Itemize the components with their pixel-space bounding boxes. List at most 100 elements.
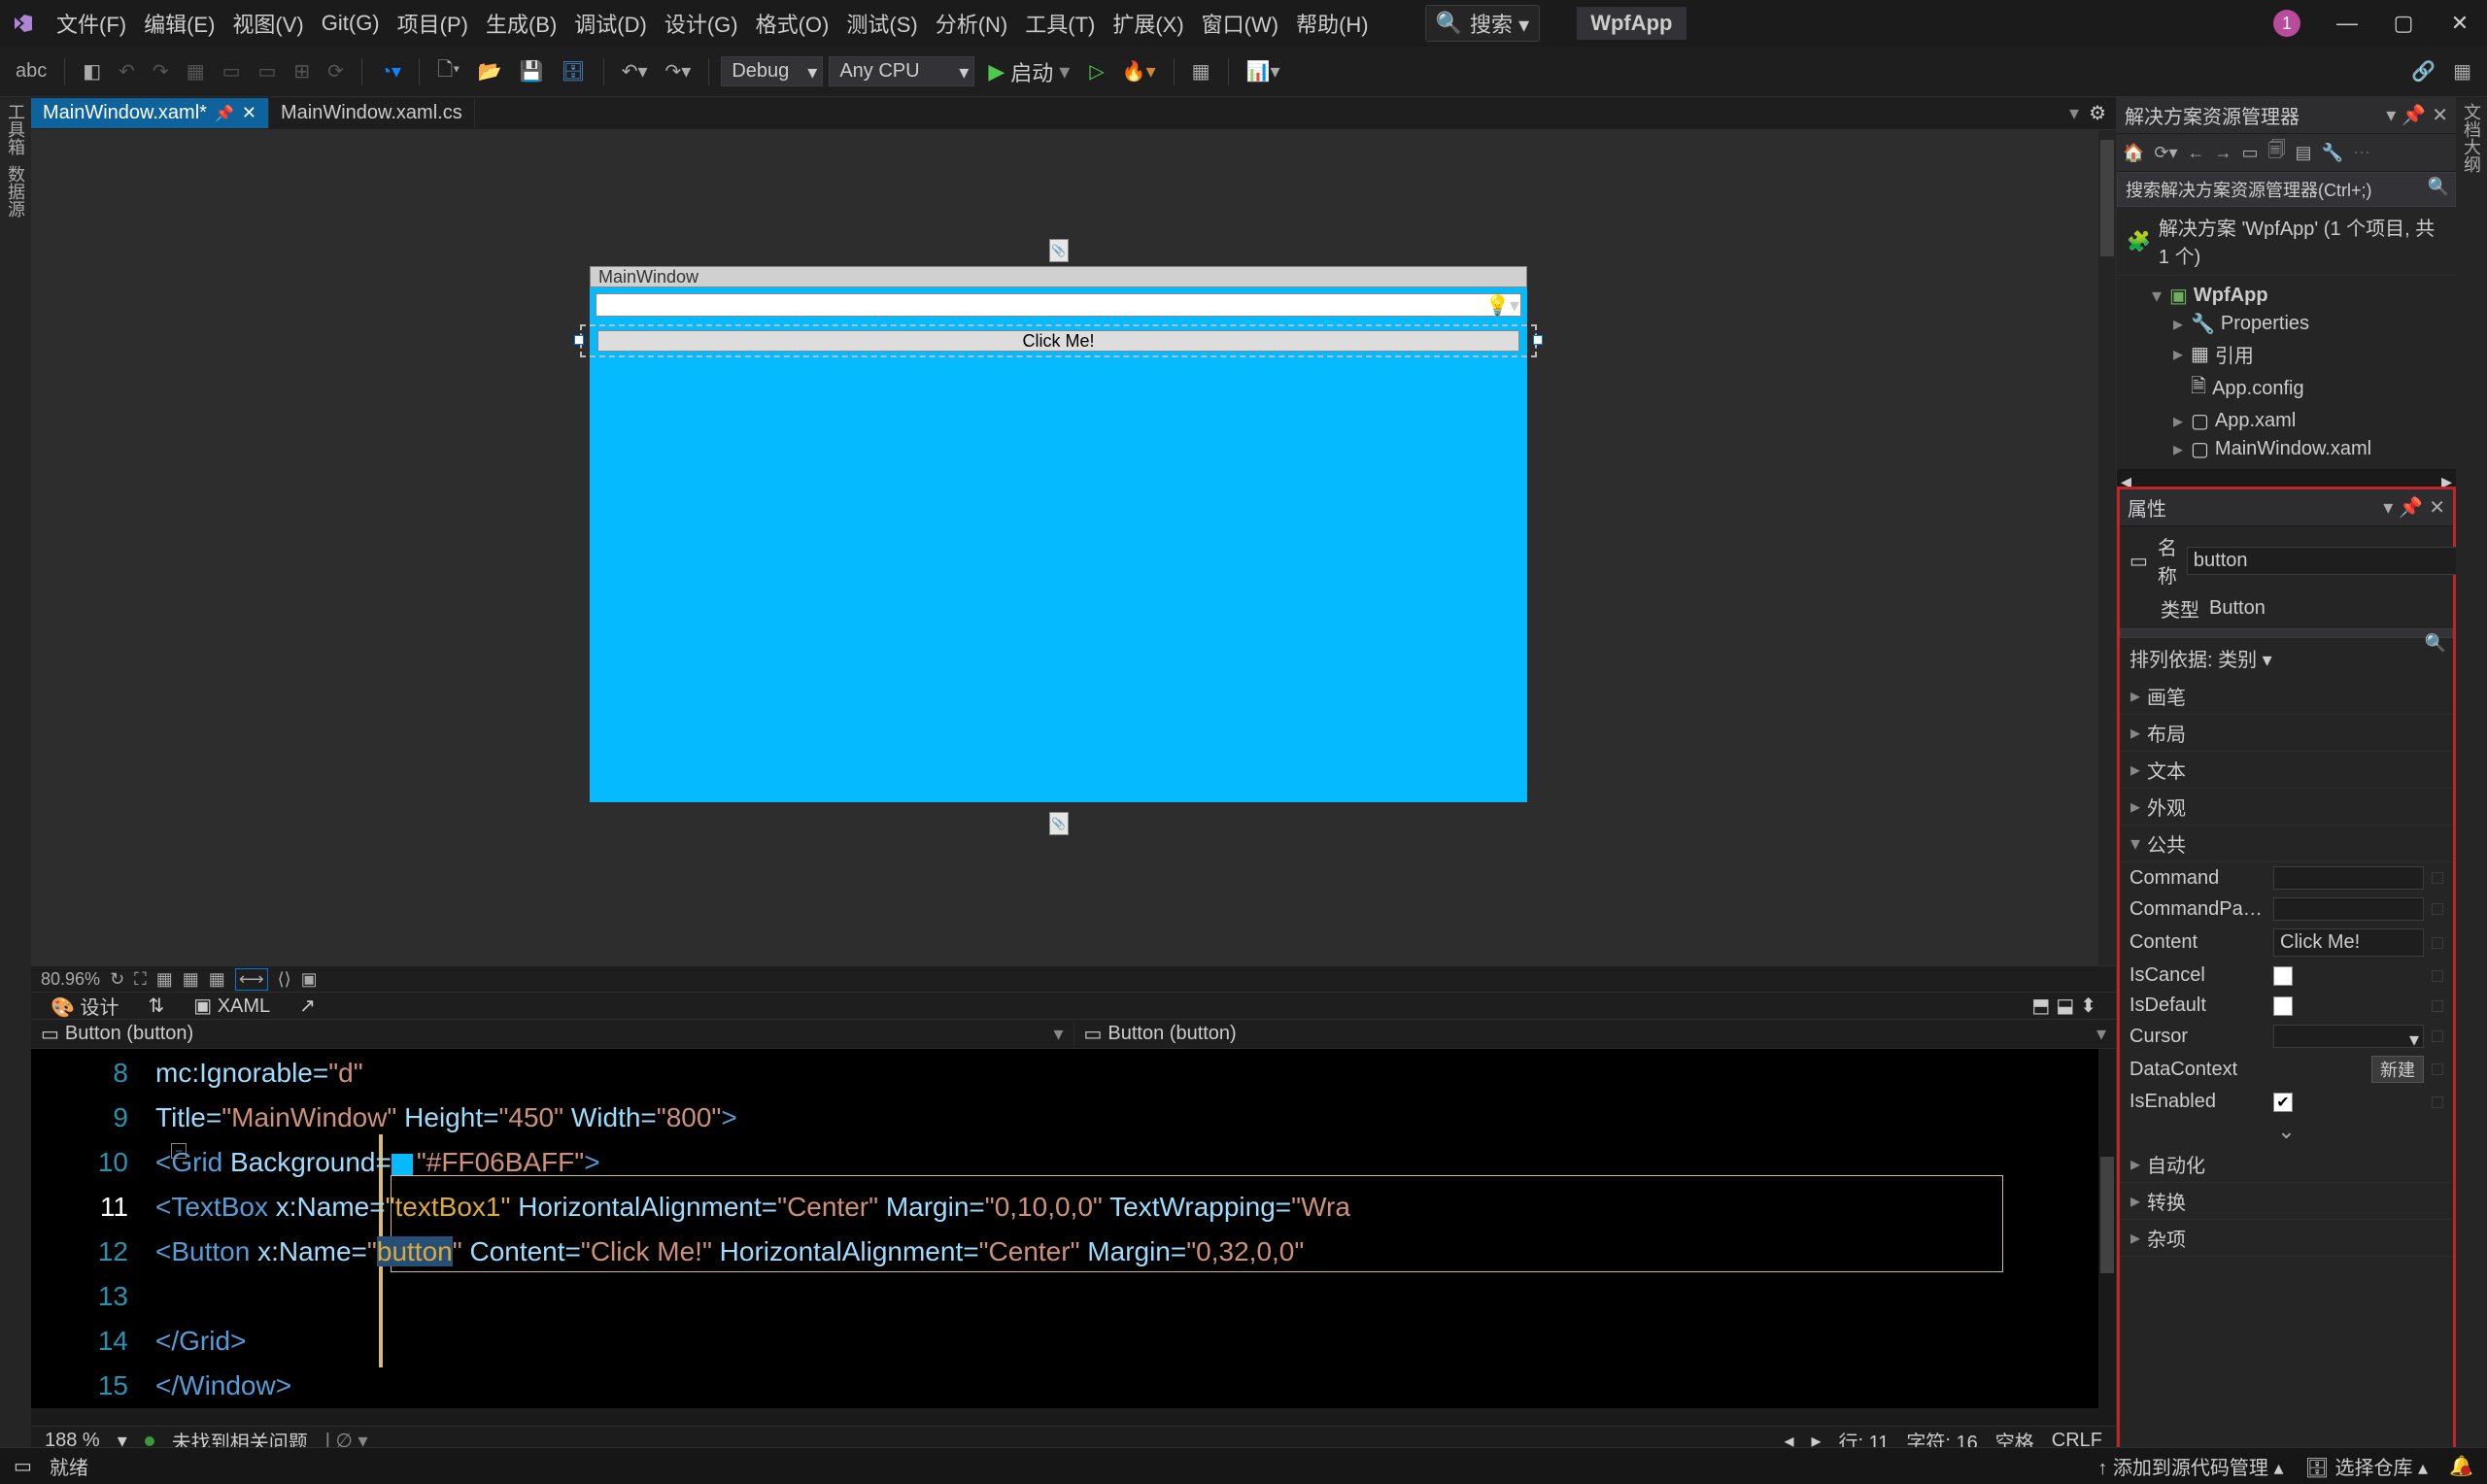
menu-help[interactable]: 帮助(H) [1296,8,1369,39]
menu-design[interactable]: 设计(G) [664,8,738,39]
panel-close-icon[interactable]: ✕ [2432,103,2448,127]
close-button[interactable]: ✕ [2440,4,2479,43]
design-button[interactable]: Click Me! [597,330,1519,352]
close-tab-icon[interactable]: ✕ [242,103,256,123]
prop-isdefault[interactable]: IsDefault [2120,991,2453,1021]
distribute-icon[interactable]: ⊞ [288,55,316,87]
cat-automation[interactable]: ▸自动化 [2120,1146,2453,1183]
prop-datacontext[interactable]: DataContext新建 [2120,1052,2453,1087]
snap-icon[interactable]: ⟷ [235,968,268,991]
editor-scrollbar-h[interactable] [31,1408,2116,1426]
start-button[interactable]: ▶ 启动 ▾ [980,52,1077,91]
isenabled-check[interactable]: ✔ [2273,1093,2293,1112]
prop-isenabled[interactable]: IsEnabled✔ [2120,1087,2453,1117]
menu-format[interactable]: 格式(O) [756,8,830,39]
color-swatch-icon[interactable] [392,1154,413,1175]
nav-back-icon[interactable]: ↶ [113,55,141,87]
circle-icon[interactable]: ◔▾ [374,55,407,87]
tab-mainwindow-xaml[interactable]: MainWindow.xaml* 📌 ✕ [31,98,269,128]
popout-icon[interactable]: ↗ [299,994,316,1018]
fwd-nav-icon[interactable]: → [2215,143,2232,163]
menu-test[interactable]: 测试(S) [846,8,917,39]
ruler-top-icon[interactable]: 📎 [1049,239,1069,262]
design-window-body[interactable]: 💡▾ Click Me! 📎 [590,287,1527,802]
tree-mainwindow[interactable]: ▸▢MainWindow.xaml [2121,435,2452,463]
nav-forward-icon[interactable]: ↷ [147,55,175,87]
prop-commandpa[interactable]: CommandPa… [2120,894,2453,925]
save-icon[interactable]: 💾 [513,55,549,87]
designer-scrollbar[interactable] [2098,130,2116,965]
cat-transform[interactable]: ▸转换 [2120,1183,2453,1220]
tree-appxaml[interactable]: ▸▢App.xaml [2121,407,2452,435]
collapse-icon[interactable]: ⬍ [2080,994,2096,1018]
grid-icon-2[interactable]: ▦ [183,969,199,990]
lock-icon[interactable]: ▣ [301,969,318,990]
xaml-tab[interactable]: ▣ XAML [193,994,270,1018]
iscancel-check[interactable] [2273,966,2293,986]
tab-overflow-icon[interactable]: ▾ [2069,101,2079,125]
play-no-debug-icon[interactable]: ▷ [1083,55,1109,87]
grid-icon-1[interactable]: ▦ [156,969,173,990]
fold-icon[interactable]: − [171,1143,187,1159]
new-datacontext-button[interactable]: 新建 [2371,1056,2424,1083]
output-icon[interactable]: ▭ [14,1454,32,1478]
tree-appconfig[interactable]: 🗎App.config [2121,370,2452,407]
redo-icon[interactable]: ↷▾ [660,55,698,87]
open-folder-icon[interactable]: 📂 [472,55,508,87]
panel-pin-icon[interactable]: 📌 [2402,103,2426,127]
cat-layout[interactable]: ▸布局 [2120,715,2453,752]
menu-window[interactable]: 窗口(W) [1202,8,1278,39]
datasource-tab[interactable]: 数据源 [3,165,28,218]
refresh-icon[interactable]: ↻ [110,969,124,990]
repo-select[interactable]: 🗄 选择仓库 ▴ [2305,1452,2429,1480]
designer-surface[interactable]: 📎 MainWindow 💡▾ Click Me! 📎 [31,130,2116,965]
bc-left[interactable]: ▭ Button (button) ▾ [31,1022,1074,1046]
project-node[interactable]: ▾ ▣ WpfApp [2121,282,2452,310]
code-icon[interactable]: ⟨⟩ [278,969,291,990]
props2-icon[interactable]: ▤ [2296,143,2312,163]
prop-cursor[interactable]: Cursor▾ [2120,1021,2453,1052]
document-outline-tab[interactable]: 文档大纲 [2459,103,2484,173]
name-input[interactable] [2187,547,2458,575]
split-h-icon[interactable]: ⬒ [2031,994,2050,1018]
home-icon[interactable]: 🏠 [2123,143,2144,163]
arrange-by[interactable]: 排列依据: 类别 ▾ [2120,638,2453,678]
isdefault-check[interactable] [2273,996,2293,1016]
panel-dropdown-icon[interactable]: ▾ [2383,495,2393,520]
menu-project[interactable]: 项目(P) [397,8,468,39]
panel-dropdown-icon[interactable]: ▾ [2386,103,2396,127]
solution-search[interactable]: 搜索解决方案资源管理器(Ctrl+;) [2117,172,2456,207]
sync-icon[interactable]: ⟳▾ [2154,143,2177,163]
new-file-icon[interactable]: 🗋▾ [431,51,465,92]
preview-icon[interactable]: ▦ [2447,55,2477,87]
menu-git[interactable]: Git(G) [322,11,380,36]
menu-extensions[interactable]: 扩展(X) [1112,8,1183,39]
back-nav-icon[interactable]: ← [2188,143,2205,163]
design-tab[interactable]: 🎨 设计 [51,992,119,1020]
layout-icon[interactable]: ▦ [1186,55,1216,87]
maximize-button[interactable]: ▢ [2384,4,2423,43]
share-icon[interactable]: 🔗 [2405,55,2441,87]
menu-file[interactable]: 文件(F) [56,8,126,39]
expander-icon[interactable]: ▾ [2150,284,2163,308]
menu-edit[interactable]: 编辑(E) [144,8,215,39]
diagnostics-icon[interactable]: 📊▾ [1241,55,1286,87]
minimize-button[interactable]: — [2328,4,2367,43]
source-control[interactable]: ↑ 添加到源代码管理 ▴ [2097,1452,2283,1480]
align-icon[interactable]: ▦ [181,55,211,87]
content-value[interactable]: Click Me! [2273,928,2424,957]
ruler-bottom-icon[interactable]: 📎 [1049,812,1069,835]
design-textbox[interactable] [596,293,1521,317]
undo-icon[interactable]: ↶▾ [616,55,654,87]
prop-iscancel[interactable]: IsCancel [2120,961,2453,991]
wrench-icon[interactable]: 🔧 [2322,143,2343,163]
code-editor[interactable]: 8 9 10 11 12 13 14 15 mc:Ignorable="d" T… [31,1049,2116,1408]
commandpa-value[interactable] [2273,897,2424,921]
panel-pin-icon[interactable]: 📌 [2399,495,2423,520]
cat-brush[interactable]: ▸画笔 [2120,678,2453,715]
tree-references[interactable]: ▸▦引用 [2121,338,2452,370]
platform-combo[interactable]: Any CPU [829,56,974,86]
split-v-icon[interactable]: ⬓ [2056,994,2074,1018]
fit-icon[interactable]: ⛶ [134,969,147,990]
group-icon[interactable]: ▭ [217,55,247,87]
